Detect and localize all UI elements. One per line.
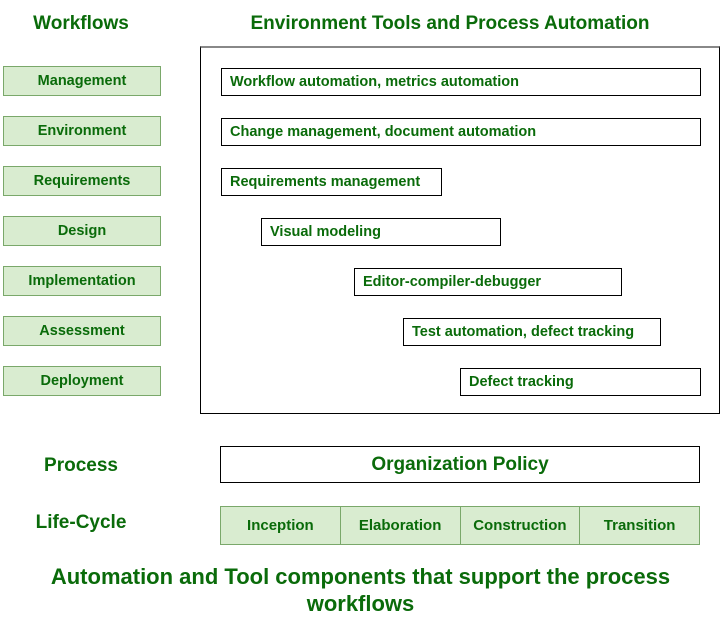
life-cycle-phase-inception[interactable]: Inception <box>220 506 341 545</box>
workflow-chip-deployment[interactable]: Deployment <box>3 366 161 396</box>
workflow-chip-environment[interactable]: Environment <box>3 116 161 146</box>
workflow-chip-design[interactable]: Design <box>3 216 161 246</box>
tool-bar-2[interactable]: Requirements management <box>221 168 442 196</box>
tool-bar-5[interactable]: Test automation, defect tracking <box>403 318 661 346</box>
workflows-column-heading: Workflows <box>33 13 129 34</box>
tool-bar-3[interactable]: Visual modeling <box>261 218 501 246</box>
environment-tools-container: Workflow automation, metrics automation C… <box>200 46 720 414</box>
workflow-chip-implementation[interactable]: Implementation <box>3 266 161 296</box>
tool-bar-6[interactable]: Defect tracking <box>460 368 701 396</box>
workflow-chip-management[interactable]: Management <box>3 66 161 96</box>
environment-tools-heading: Environment Tools and Process Automation <box>250 13 650 34</box>
process-row-label: Process <box>44 455 118 476</box>
life-cycle-phase-construction[interactable]: Construction <box>459 506 581 545</box>
workflow-chip-assessment[interactable]: Assessment <box>3 316 161 346</box>
tool-bar-1[interactable]: Change management, document automation <box>221 118 701 146</box>
tool-bar-4[interactable]: Editor-compiler-debugger <box>354 268 622 296</box>
life-cycle-row-label: Life-Cycle <box>35 512 127 533</box>
life-cycle-phase-elaboration[interactable]: Elaboration <box>339 506 461 545</box>
life-cycle-phase-transition[interactable]: Transition <box>579 506 700 545</box>
workflow-chip-requirements[interactable]: Requirements <box>3 166 161 196</box>
life-cycle-phase-strip: Inception Elaboration Construction Transiti… <box>220 506 700 545</box>
tool-bar-0[interactable]: Workflow automation, metrics automation <box>221 68 701 96</box>
organization-policy-box: Organization Policy <box>220 446 700 483</box>
diagram-canvas: Workflows Environment Tools and Process … <box>0 0 721 642</box>
figure-caption: Automation and Tool components that supp… <box>50 564 671 616</box>
